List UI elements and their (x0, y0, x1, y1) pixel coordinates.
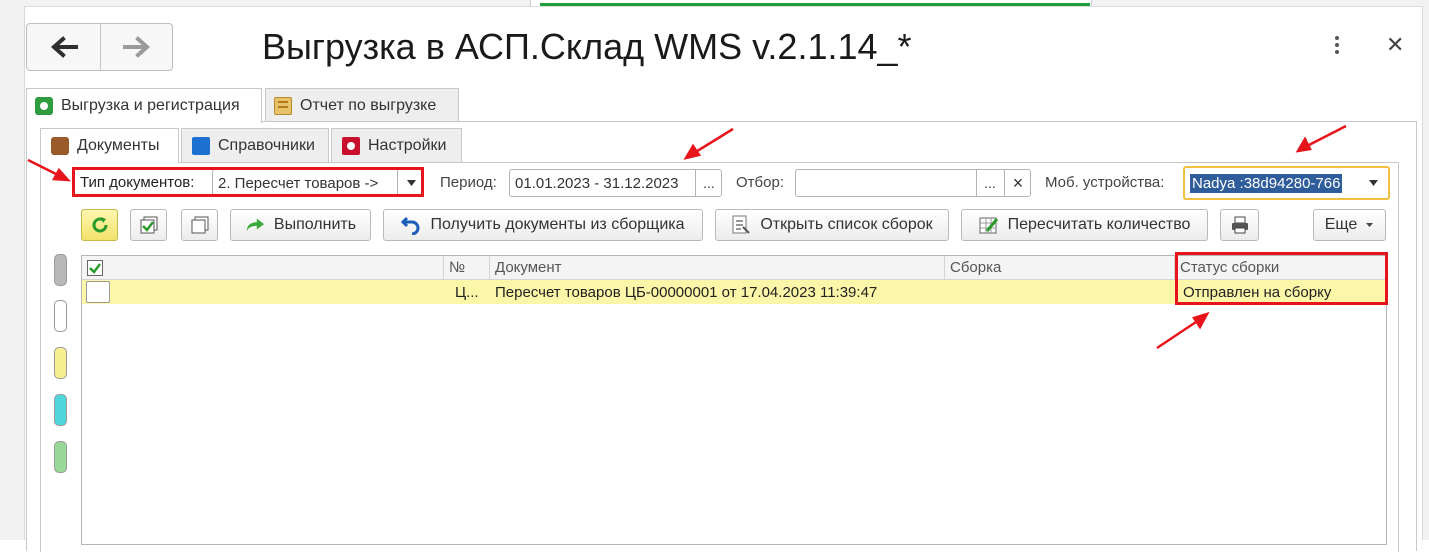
arrow-right-icon (122, 36, 150, 58)
refresh-icon (92, 217, 107, 233)
more-label: Еще (1324, 216, 1358, 233)
document-list-icon (732, 215, 751, 234)
devices-select[interactable]: Nadya :38d94280-766 (1183, 166, 1390, 200)
uncheck-all-icon (191, 216, 208, 234)
execute-label: Выполнить (273, 216, 357, 233)
window-title: Выгрузка в АСП.Склад WMS v.2.1.14_* (262, 26, 912, 67)
close-icon[interactable]: ✕ (1386, 32, 1404, 58)
number-column-header[interactable]: № (444, 256, 490, 280)
period-field[interactable]: 01.01.2023 - 31.12.2023 ... (509, 169, 722, 197)
tab-settings[interactable]: Настройки (331, 128, 462, 162)
arrow-left-icon (50, 36, 78, 58)
more-button[interactable]: Еще (1313, 209, 1386, 241)
kebab-menu-icon[interactable] (1330, 33, 1344, 61)
tab-label: Документы (77, 137, 160, 154)
document-column-header[interactable]: Документ (490, 256, 945, 280)
uncheck-all-button[interactable] (181, 209, 218, 241)
check-all-icon (140, 216, 157, 234)
execute-button[interactable]: Выполнить (230, 209, 371, 241)
execute-arrow-icon (246, 218, 265, 232)
filter-field[interactable]: ... × (795, 169, 1031, 197)
row-assembly (945, 280, 1175, 304)
marker-white[interactable] (54, 300, 67, 332)
recalculate-label: Пересчитать количество (1007, 216, 1191, 233)
tab-label: Справочники (218, 136, 315, 154)
check-all-button[interactable] (130, 209, 167, 241)
marker-green[interactable] (54, 441, 67, 473)
get-documents-button[interactable]: Получить документы из сборщика (383, 209, 703, 241)
tab-label: Выгрузка и регистрация (61, 97, 240, 114)
row-document: Пересчет товаров ЦБ-00000001 от 17.04.20… (495, 283, 878, 301)
devices-label: Моб. устройства: (1045, 174, 1165, 191)
tab-documents[interactable]: Документы (40, 128, 179, 163)
open-assembly-list-label: Открыть список сборок (760, 216, 933, 233)
marker-cyan[interactable] (54, 394, 67, 426)
tab-upload-registration[interactable]: Выгрузка и регистрация (26, 88, 262, 123)
navigation-buttons (26, 23, 173, 71)
filter-select-button[interactable]: ... (976, 170, 1003, 196)
row-checkbox[interactable] (86, 281, 110, 303)
briefcase-icon (51, 137, 69, 155)
recalculate-icon (979, 217, 998, 234)
undo-arrow-icon (401, 216, 420, 235)
devices-value: Nadya :38d94280-766 (1190, 173, 1343, 193)
back-button[interactable] (27, 24, 101, 70)
book-icon (192, 136, 210, 155)
tab-directories[interactable]: Справочники (181, 128, 329, 162)
report-icon (274, 96, 292, 115)
forward-button[interactable] (100, 24, 173, 70)
filter-label: Отбор: (736, 174, 784, 191)
marker-gray[interactable] (54, 254, 67, 286)
clear-icon[interactable]: × (1004, 170, 1030, 196)
marker-yellow[interactable] (54, 347, 67, 379)
settings-icon (342, 136, 360, 155)
period-label: Период: (440, 174, 497, 191)
tab-label: Отчет по выгрузке (300, 96, 437, 114)
open-assembly-list-button[interactable]: Открыть список сборок (715, 209, 949, 241)
checkbox-checked-icon (87, 259, 103, 276)
assembly-column-header[interactable]: Сборка (945, 256, 1175, 280)
doc-type-highlight (72, 167, 424, 197)
right-gutter (1422, 6, 1429, 540)
upload-icon (35, 97, 53, 115)
host-tab-strip (0, 0, 1429, 7)
tab-upload-report[interactable]: Отчет по выгрузке (265, 88, 459, 122)
refresh-button[interactable] (81, 209, 118, 241)
chevron-down-icon (1366, 223, 1374, 227)
period-select-button[interactable]: ... (695, 170, 721, 196)
row-number: Ц... (455, 283, 479, 301)
check-column-header[interactable] (82, 256, 444, 280)
status-highlight (1175, 252, 1388, 305)
chevron-down-icon[interactable] (1360, 170, 1386, 196)
period-value: 01.01.2023 - 31.12.2023 (515, 174, 679, 192)
get-documents-label: Получить документы из сборщика (430, 216, 685, 233)
tab-label: Настройки (368, 136, 447, 154)
print-button[interactable] (1220, 209, 1259, 241)
left-gutter (0, 6, 25, 540)
print-icon (1231, 216, 1248, 234)
recalculate-button[interactable]: Пересчитать количество (961, 209, 1208, 241)
